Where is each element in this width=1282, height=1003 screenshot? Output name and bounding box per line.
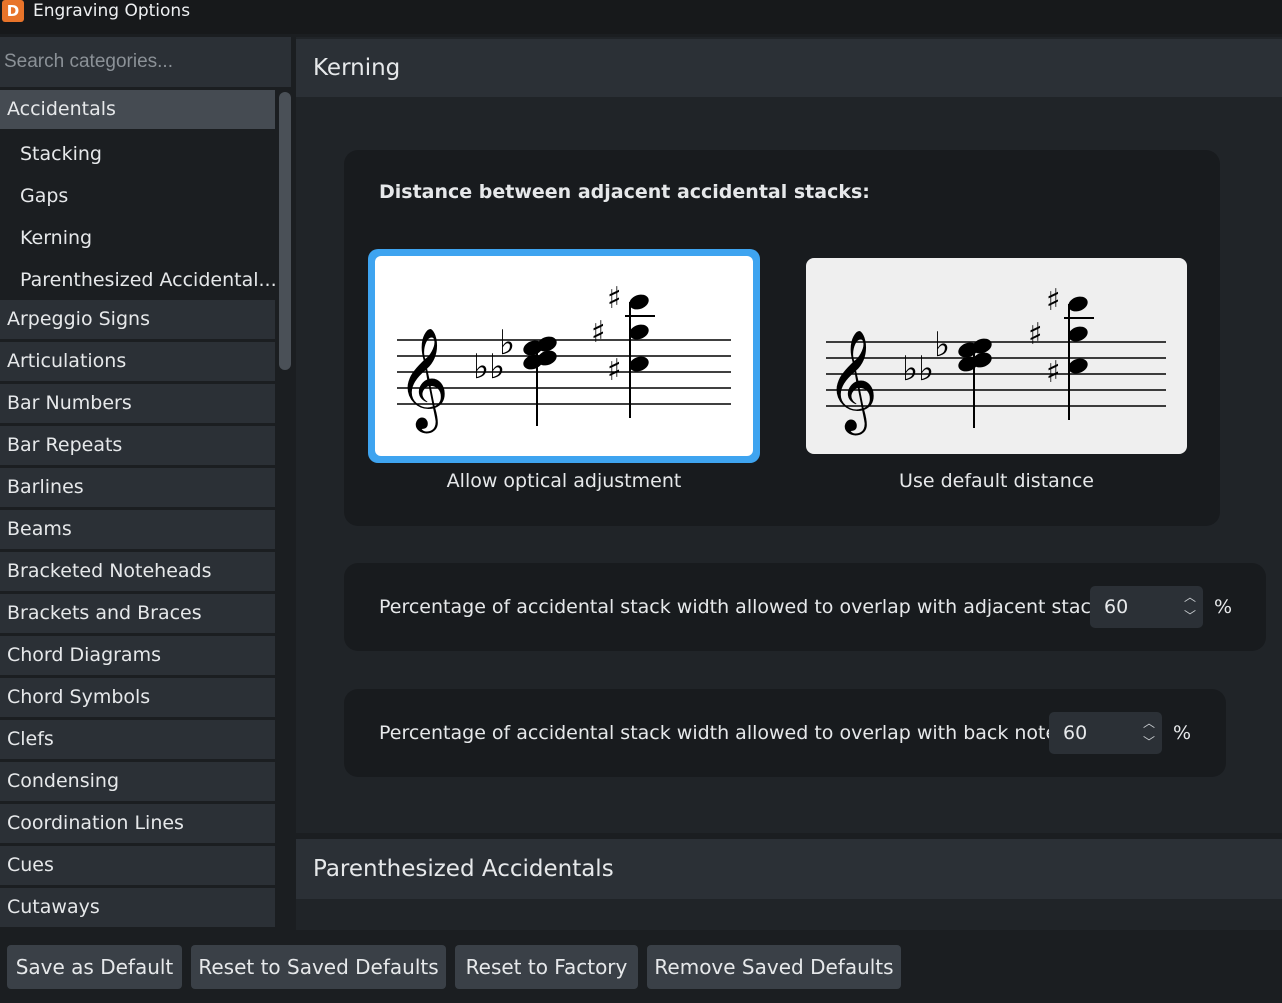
app-logo-icon: D [2, 0, 24, 22]
sidebar-subitem-gaps[interactable]: Gaps [0, 175, 275, 217]
svg-text:♯: ♯ [1028, 317, 1043, 352]
reset-to-saved-defaults-button[interactable]: Reset to Saved Defaults [191, 945, 446, 989]
section-header-parenthesized-accidentals: Parenthesized Accidentals [296, 839, 1282, 899]
overlap-adjacent-unit: % [1214, 596, 1233, 618]
svg-text:♯: ♯ [607, 353, 622, 388]
sidebar-item-condensing[interactable]: Condensing [0, 762, 275, 801]
category-list: Accidentals Stacking Gaps Kerning Parent… [0, 90, 276, 930]
option-caption-default: Use default distance [899, 470, 1094, 492]
sidebar-item-chord-diagrams[interactable]: Chord Diagrams [0, 636, 275, 675]
window-title: Engraving Options [33, 1, 191, 21]
reset-to-factory-button[interactable]: Reset to Factory [455, 945, 638, 989]
sidebar-item-clefs[interactable]: Clefs [0, 720, 275, 759]
overlap-back-card: Percentage of accidental stack width all… [344, 689, 1226, 777]
notation-preview: 𝄞 ♭♭ ♭ ♯ ♯ ♯ [375, 256, 753, 456]
sidebar-item-barlines[interactable]: Barlines [0, 468, 275, 507]
overlap-back-unit: % [1173, 722, 1192, 744]
option-caption-optical: Allow optical adjustment [446, 470, 682, 492]
sidebar-item-chord-symbols[interactable]: Chord Symbols [0, 678, 275, 717]
svg-text:♭: ♭ [499, 323, 515, 363]
options-panel: Kerning Distance between adjacent accide… [296, 37, 1282, 930]
sidebar-item-accidentals[interactable]: Accidentals [0, 90, 275, 129]
title-bar: D Engraving Options [0, 0, 1282, 34]
sidebar-subitem-parenthesized-accidentals[interactable]: Parenthesized Accidental... [0, 259, 275, 301]
sidebar-item-arpeggio-signs[interactable]: Arpeggio Signs [0, 300, 275, 339]
chevron-up-icon[interactable]: ︿ [1142, 714, 1156, 732]
overlap-adjacent-stepper[interactable]: 60 ︿ ﹀ [1090, 586, 1203, 628]
sidebar-subitem-kerning[interactable]: Kerning [0, 217, 275, 259]
svg-text:♯: ♯ [607, 281, 622, 316]
sidebar-item-cues[interactable]: Cues [0, 846, 275, 885]
overlap-adjacent-label: Percentage of accidental stack width all… [379, 596, 1109, 618]
search-input[interactable] [0, 37, 291, 87]
svg-text:𝄞: 𝄞 [826, 328, 878, 436]
sidebar-item-articulations[interactable]: Articulations [0, 342, 275, 381]
chevron-down-icon[interactable]: ﹀ [1142, 733, 1156, 751]
overlap-adjacent-card: Percentage of accidental stack width all… [344, 563, 1266, 651]
svg-text:♭♭: ♭♭ [902, 349, 934, 389]
music-notation-preview-icon: 𝄞 ♭♭ ♭ ♯ ♯ ♯ [826, 283, 1166, 436]
section-header-kerning: Kerning [296, 39, 1282, 97]
option-allow-optical-adjustment[interactable]: 𝄞 ♭♭ ♭ ♯ ♯ ♯ [368, 249, 760, 463]
save-as-default-button[interactable]: Save as Default [7, 945, 182, 989]
sidebar-scrollbar-thumb[interactable] [279, 92, 291, 370]
sidebar-item-cutaways[interactable]: Cutaways [0, 888, 275, 927]
footer-toolbar: Save as Default Reset to Saved Defaults … [0, 930, 1282, 1003]
chevron-down-icon[interactable]: ﹀ [1183, 607, 1197, 625]
sidebar-item-coordination-lines[interactable]: Coordination Lines [0, 804, 275, 843]
svg-text:♭: ♭ [934, 325, 950, 365]
sidebar-item-bar-numbers[interactable]: Bar Numbers [0, 384, 275, 423]
option-use-default-distance[interactable]: 𝄞 ♭♭ ♭ ♯ ♯ ♯ [806, 258, 1187, 454]
sidebar-item-bar-repeats[interactable]: Bar Repeats [0, 426, 275, 465]
sidebar-subitem-stacking[interactable]: Stacking [0, 133, 275, 175]
sidebar-item-bracketed-noteheads[interactable]: Bracketed Noteheads [0, 552, 275, 591]
chevron-up-icon[interactable]: ︿ [1183, 588, 1197, 606]
svg-text:𝄞: 𝄞 [397, 326, 449, 434]
svg-text:♯: ♯ [591, 315, 606, 350]
svg-text:♯: ♯ [1046, 355, 1061, 390]
svg-text:♯: ♯ [1046, 283, 1061, 318]
distance-option-card: Distance between adjacent accidental sta… [344, 150, 1220, 526]
remove-saved-defaults-button[interactable]: Remove Saved Defaults [647, 945, 901, 989]
sidebar-item-brackets-and-braces[interactable]: Brackets and Braces [0, 594, 275, 633]
overlap-back-value[interactable]: 60 [1063, 712, 1087, 754]
overlap-back-label: Percentage of accidental stack width all… [379, 722, 1064, 744]
category-sidebar: Accidentals Stacking Gaps Kerning Parent… [0, 37, 293, 930]
overlap-back-stepper[interactable]: 60 ︿ ﹀ [1049, 712, 1162, 754]
distance-label: Distance between adjacent accidental sta… [379, 181, 870, 203]
music-notation-preview-icon: 𝄞 ♭♭ ♭ ♯ ♯ ♯ [397, 281, 731, 434]
sidebar-item-beams[interactable]: Beams [0, 510, 275, 549]
overlap-adjacent-value[interactable]: 60 [1104, 586, 1128, 628]
